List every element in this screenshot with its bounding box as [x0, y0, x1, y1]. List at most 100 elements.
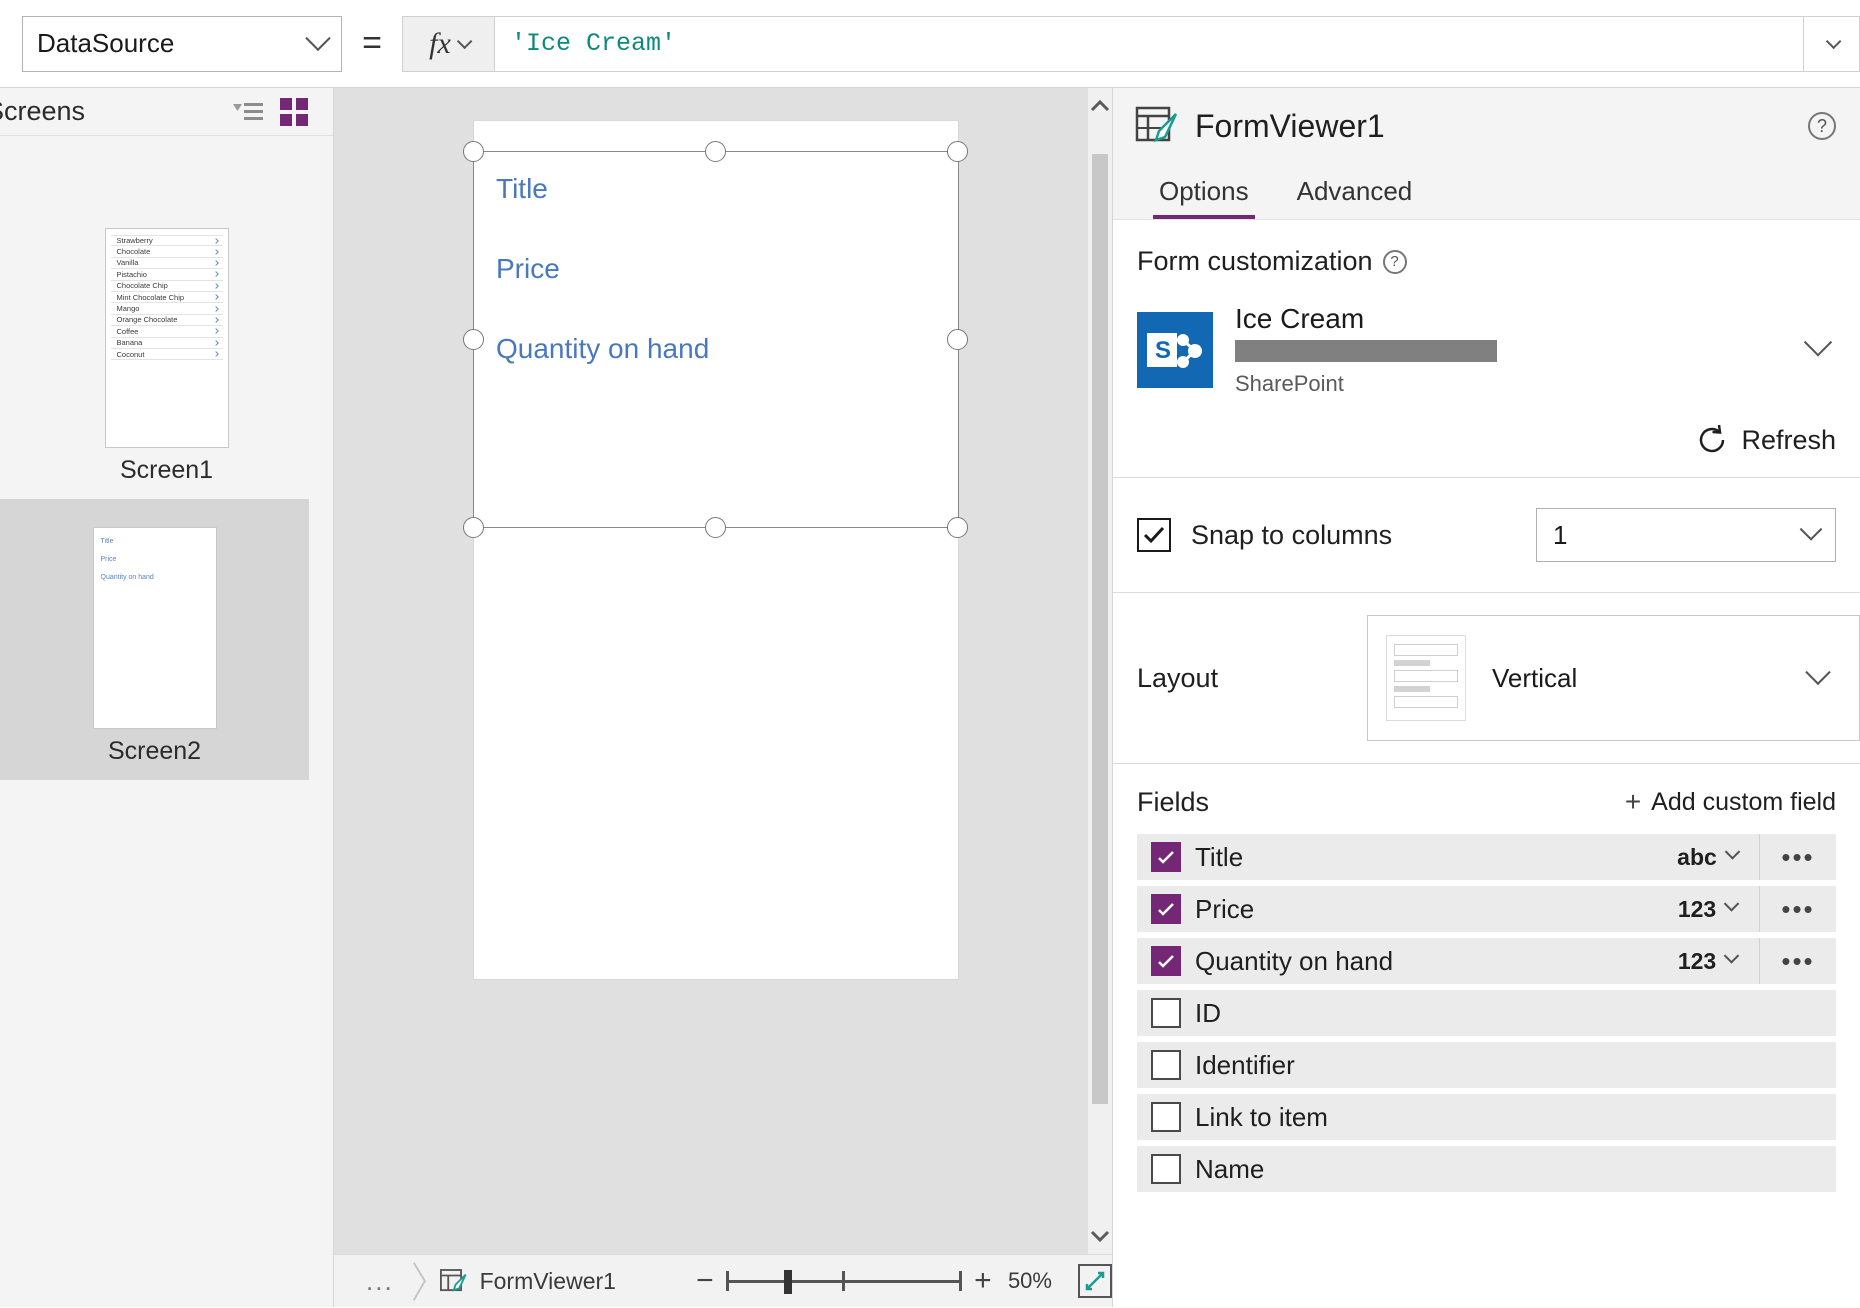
- canvas[interactable]: Title Price Quantity on hand: [334, 88, 1112, 1254]
- resize-handle-bottom-center[interactable]: [705, 517, 726, 538]
- list-item-label: Mango: [117, 304, 140, 313]
- refresh-button[interactable]: Refresh: [1137, 397, 1836, 477]
- resize-handle-bottom-right[interactable]: [947, 517, 968, 538]
- data-source-info: Ice Cream SharePoint: [1235, 303, 1800, 397]
- resize-handle-mid-left[interactable]: [463, 329, 484, 350]
- field-row-link-to-item[interactable]: Link to item: [1137, 1094, 1836, 1140]
- resize-handle-bottom-left[interactable]: [463, 517, 484, 538]
- resize-handle-top-center[interactable]: [705, 141, 726, 162]
- chevron-down-icon: [1826, 34, 1842, 50]
- chevron-right-icon: [213, 283, 219, 289]
- add-custom-field-label: Add custom field: [1651, 788, 1836, 817]
- fit-to-screen-icon[interactable]: [1078, 1264, 1112, 1298]
- screen-thumbnail-screen1[interactable]: Strawberry Chocolate Vanilla Pistachio C…: [0, 136, 333, 499]
- chevron-right-icon: [213, 351, 219, 357]
- grid-view-icon[interactable]: [271, 91, 317, 133]
- field-name: Quantity on hand: [1195, 946, 1656, 977]
- help-icon[interactable]: ?: [1808, 112, 1836, 140]
- field-more-options-button[interactable]: •••: [1760, 894, 1836, 925]
- resize-handle-mid-right[interactable]: [947, 329, 968, 350]
- field-checkbox[interactable]: [1151, 1050, 1181, 1080]
- list-item: Coconut: [111, 349, 223, 360]
- fx-button[interactable]: fx: [402, 16, 494, 72]
- formula-expand-button[interactable]: [1804, 16, 1860, 72]
- resize-handle-top-right[interactable]: [947, 141, 968, 162]
- help-icon[interactable]: ?: [1383, 250, 1407, 274]
- form-field-preview: Price: [94, 556, 216, 563]
- snap-to-columns-checkbox[interactable]: [1137, 518, 1171, 552]
- list-item: Vanilla: [111, 258, 223, 269]
- checkbox-cell: [1137, 842, 1195, 872]
- zoom-control[interactable]: − + 50%: [694, 1264, 1112, 1298]
- field-row-title[interactable]: Title abc •••: [1137, 834, 1836, 880]
- layout-preview-label: [1394, 660, 1430, 666]
- data-source-expand-chevron-icon[interactable]: [1800, 338, 1836, 363]
- breadcrumb-overflow-button[interactable]: ...: [334, 1266, 412, 1297]
- formula-input[interactable]: 'Ice Cream': [494, 16, 1804, 72]
- tab-advanced[interactable]: Advanced: [1273, 164, 1437, 219]
- tree-view-icon[interactable]: [225, 91, 271, 133]
- field-type-select[interactable]: 123: [1656, 938, 1760, 984]
- field-checkbox[interactable]: [1151, 998, 1181, 1028]
- field-row-quantity-on-hand[interactable]: Quantity on hand 123 •••: [1137, 938, 1836, 984]
- add-custom-field-button[interactable]: + Add custom field: [1625, 786, 1836, 818]
- canvas-field-title[interactable]: Title: [496, 173, 958, 205]
- form-customization-title: Form customization ?: [1137, 246, 1836, 277]
- property-selector-value: DataSource: [37, 28, 309, 59]
- field-more-options-button[interactable]: •••: [1760, 842, 1836, 873]
- snap-to-columns-row[interactable]: Snap to columns 1: [1113, 478, 1860, 592]
- field-name: Identifier: [1195, 1050, 1836, 1081]
- layout-preview-icon: [1386, 635, 1466, 721]
- tab-options[interactable]: Options: [1135, 164, 1273, 219]
- canvas-field-price[interactable]: Price: [496, 253, 958, 285]
- field-row-name[interactable]: Name: [1137, 1146, 1836, 1192]
- chevron-right-icon: [213, 272, 219, 278]
- zoom-tick: [959, 1271, 962, 1291]
- layout-select[interactable]: Vertical: [1367, 615, 1860, 741]
- checkbox-cell: [1137, 1050, 1195, 1080]
- list-item-label: Strawberry: [117, 236, 153, 245]
- zoom-slider-handle[interactable]: [784, 1270, 792, 1294]
- chevron-right-icon: [213, 317, 219, 323]
- field-checkbox[interactable]: [1151, 1154, 1181, 1184]
- screens-panel: Screens Strawberry Chocolate Vanil: [0, 88, 334, 1307]
- resize-handle-top-left[interactable]: [463, 141, 484, 162]
- field-checkbox[interactable]: [1151, 946, 1181, 976]
- zoom-in-button[interactable]: +: [972, 1264, 994, 1298]
- list-item: Chocolate: [111, 246, 223, 257]
- data-source-row[interactable]: S Ice Cream SharePoint: [1137, 303, 1836, 397]
- layout-preview-field: [1394, 644, 1458, 656]
- field-row-price[interactable]: Price 123 •••: [1137, 886, 1836, 932]
- field-more-options-button[interactable]: •••: [1760, 946, 1836, 977]
- field-type-select[interactable]: abc: [1656, 834, 1760, 880]
- scroll-up-arrow-icon[interactable]: [1088, 88, 1112, 124]
- property-selector[interactable]: DataSource: [22, 16, 342, 72]
- list-item: Strawberry: [111, 235, 223, 246]
- equals-sign: =: [342, 24, 402, 63]
- chevron-right-icon: [213, 260, 219, 266]
- list-item-label: Vanilla: [117, 258, 139, 267]
- columns-count-select[interactable]: 1: [1536, 508, 1836, 562]
- canvas-field-quantity[interactable]: Quantity on hand: [496, 333, 958, 365]
- field-checkbox[interactable]: [1151, 842, 1181, 872]
- screen-thumbnail-screen2[interactable]: Title Price Quantity on hand Screen2: [0, 499, 309, 780]
- zoom-slider[interactable]: [726, 1270, 962, 1292]
- fields-title: Fields: [1137, 787, 1625, 818]
- scroll-down-arrow-icon[interactable]: [1088, 1218, 1112, 1254]
- properties-tabs: Options Advanced: [1113, 164, 1860, 220]
- properties-panel-title: FormViewer1: [1195, 108, 1808, 145]
- snap-to-columns-label: Snap to columns: [1191, 520, 1536, 551]
- field-row-id[interactable]: ID: [1137, 990, 1836, 1036]
- zoom-out-button[interactable]: −: [694, 1264, 716, 1298]
- field-checkbox[interactable]: [1151, 894, 1181, 924]
- field-type-select[interactable]: 123: [1656, 886, 1760, 932]
- field-name: ID: [1195, 998, 1836, 1029]
- field-row-identifier[interactable]: Identifier: [1137, 1042, 1836, 1088]
- field-checkbox[interactable]: [1151, 1102, 1181, 1132]
- breadcrumb-current[interactable]: FormViewer1: [480, 1268, 616, 1295]
- app-screen-canvas[interactable]: Title Price Quantity on hand: [473, 120, 959, 980]
- properties-panel: FormViewer1 ? Options Advanced Form cust…: [1112, 88, 1860, 1307]
- canvas-vertical-scrollbar[interactable]: [1088, 88, 1112, 1254]
- scrollbar-thumb[interactable]: [1092, 154, 1108, 1104]
- checkbox-cell: [1137, 1154, 1195, 1184]
